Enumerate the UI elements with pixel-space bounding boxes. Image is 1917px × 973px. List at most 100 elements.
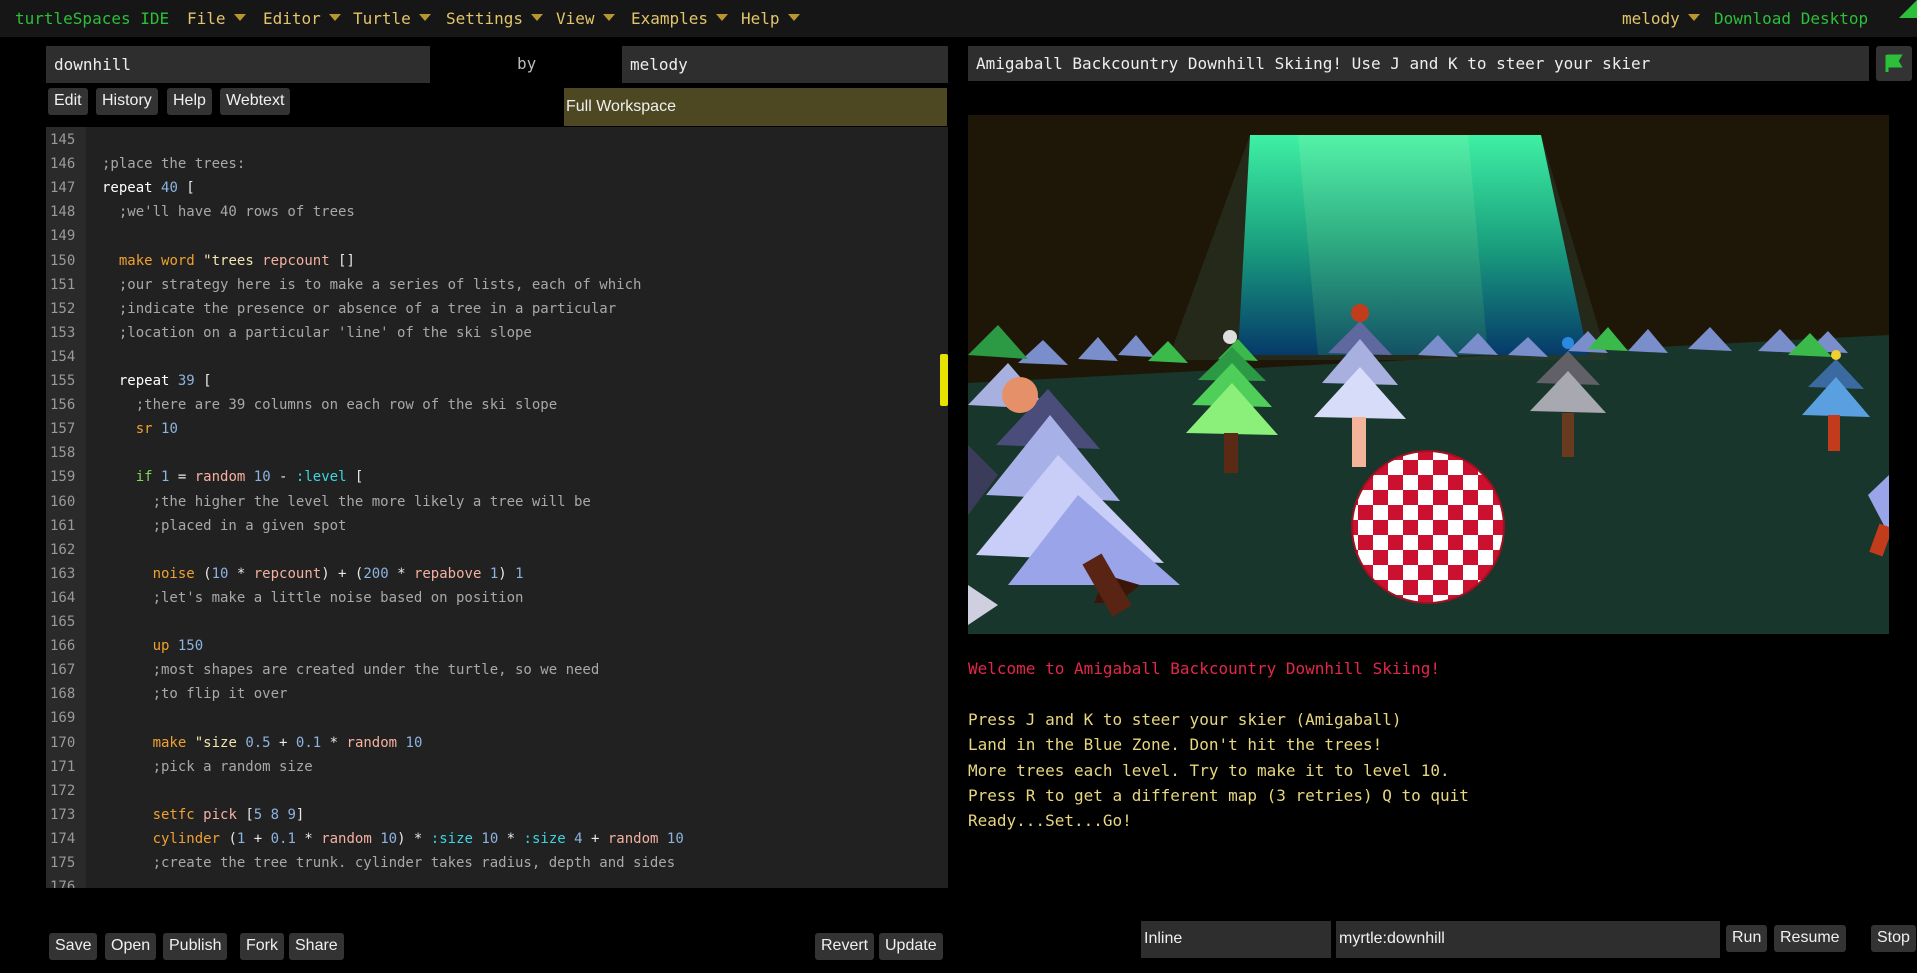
user-menu[interactable]: melody — [1622, 9, 1700, 28]
run-mode-select[interactable]: Inline — [1141, 921, 1331, 958]
code-text: if 1 = random 10 - :level [ — [102, 465, 364, 489]
line-number: 161 — [50, 517, 76, 534]
code-token: - — [270, 469, 296, 486]
code-token: 200 — [363, 565, 389, 582]
code-token: 0.1 — [270, 830, 296, 847]
code-text: noise (10 * repcount) + (200 * repabove … — [102, 562, 524, 586]
console-line: Land in the Blue Zone. Don't hit the tre… — [968, 735, 1383, 755]
line-number: 153 — [50, 324, 76, 341]
corner-triangle-icon[interactable] — [1899, 0, 1917, 18]
tab-history[interactable]: History — [96, 88, 158, 115]
code-token: random — [321, 830, 372, 847]
publish-button[interactable]: Publish — [163, 933, 228, 960]
code-token: up — [152, 638, 170, 655]
line-number: 164 — [50, 589, 76, 606]
code-text: ;most shapes are created under the turtl… — [102, 658, 600, 682]
save-button[interactable]: Save — [49, 933, 98, 960]
turtle-3d-viewport[interactable] — [968, 115, 1889, 634]
code-token: ;to flip it over — [102, 686, 288, 703]
update-button[interactable]: Update — [879, 933, 943, 960]
menu-editor[interactable]: Editor — [263, 9, 341, 28]
code-token: random — [346, 734, 398, 751]
code-token: if — [135, 469, 153, 486]
ski-scene — [968, 115, 1889, 634]
chevron-down-icon — [531, 14, 544, 21]
tab-help[interactable]: Help — [167, 88, 212, 115]
menu-settings[interactable]: Settings — [446, 9, 544, 28]
editor-scrollbar-thumb[interactable] — [940, 354, 948, 406]
tab-edit[interactable]: Edit — [48, 88, 88, 115]
output-console: Welcome to Amigaball Backcountry Downhil… — [968, 656, 1868, 834]
resume-button[interactable]: Resume — [1774, 925, 1846, 952]
code-token: pick — [203, 806, 237, 823]
code-token: + — [582, 830, 608, 847]
tab-webtext[interactable]: Webtext — [220, 88, 291, 115]
author-field[interactable]: melody — [622, 46, 948, 83]
code-text: ;placed in a given spot — [102, 514, 347, 538]
line-number: 156 — [50, 397, 76, 414]
menu-view[interactable]: View — [556, 9, 615, 28]
code-token: repabove — [413, 565, 482, 582]
code-token: 10 — [253, 469, 271, 486]
fork-button[interactable]: Fork — [240, 933, 284, 960]
code-text: ;to flip it over — [102, 682, 288, 706]
menu-file[interactable]: File — [187, 9, 246, 28]
code-token: + — [245, 830, 271, 847]
line-number: 147 — [50, 180, 76, 197]
code-token: "trees — [203, 252, 254, 269]
code-text: ;place the trees: — [102, 152, 245, 176]
run-button[interactable]: Run — [1726, 925, 1768, 952]
code-token: ) — [498, 565, 516, 582]
code-text: ;our strategy here is to make a series o… — [102, 273, 642, 297]
share-button[interactable]: Share — [289, 933, 344, 960]
code-token: 40 — [161, 180, 178, 197]
code-token: setfc — [152, 806, 195, 823]
code-token: noise — [152, 565, 195, 582]
program-title-field[interactable]: Amigaball Backcountry Downhill Skiing! U… — [968, 46, 1869, 81]
code-token: * — [295, 830, 322, 847]
code-text: ;indicate the presence or absence of a t… — [102, 297, 616, 321]
menu-examples[interactable]: Examples — [631, 9, 729, 28]
revert-button[interactable]: Revert — [815, 933, 875, 960]
chevron-down-icon — [602, 14, 615, 21]
code-token: 150 — [177, 638, 204, 655]
turtle-flag-button[interactable] — [1876, 46, 1912, 81]
line-number: 158 — [50, 445, 76, 462]
code-text: ;location on a particular 'line' of the … — [102, 321, 532, 345]
console-line: Press J and K to steer your skier (Amiga… — [968, 709, 1402, 729]
open-button[interactable]: Open — [105, 933, 157, 960]
run-target-field[interactable]: myrtle:downhill — [1336, 921, 1720, 958]
chevron-down-icon — [787, 14, 800, 21]
download-desktop-link[interactable]: Download Desktop — [1714, 9, 1868, 28]
code-token: ;we'll have 40 rows of trees — [102, 204, 355, 221]
code-token: random — [194, 469, 246, 486]
line-number: 166 — [50, 638, 76, 655]
chevron-down-icon — [1687, 14, 1700, 21]
full-workspace-selector[interactable]: Full Workspace — [564, 88, 947, 126]
code-token: ( — [194, 565, 212, 582]
app-brand[interactable]: turtleSpaces IDE — [15, 9, 169, 28]
code-text: make "size 0.5 + 0.1 * random 10 — [102, 731, 423, 755]
code-text: repeat 40 [ — [102, 176, 195, 200]
code-text: sr 10 — [102, 417, 178, 441]
line-number: 146 — [50, 156, 76, 173]
by-label: by — [517, 54, 537, 73]
menu-help[interactable]: Help — [741, 9, 800, 28]
code-editor[interactable]: 145 146 ;place the trees: 147 repeat 40 [148… — [46, 127, 948, 888]
code-token: 10 — [481, 830, 499, 847]
stop-button[interactable]: Stop — [1871, 925, 1916, 952]
line-number: 149 — [50, 228, 76, 245]
project-name-field[interactable]: downhill — [46, 46, 430, 83]
menu-turtle[interactable]: Turtle — [353, 9, 431, 28]
